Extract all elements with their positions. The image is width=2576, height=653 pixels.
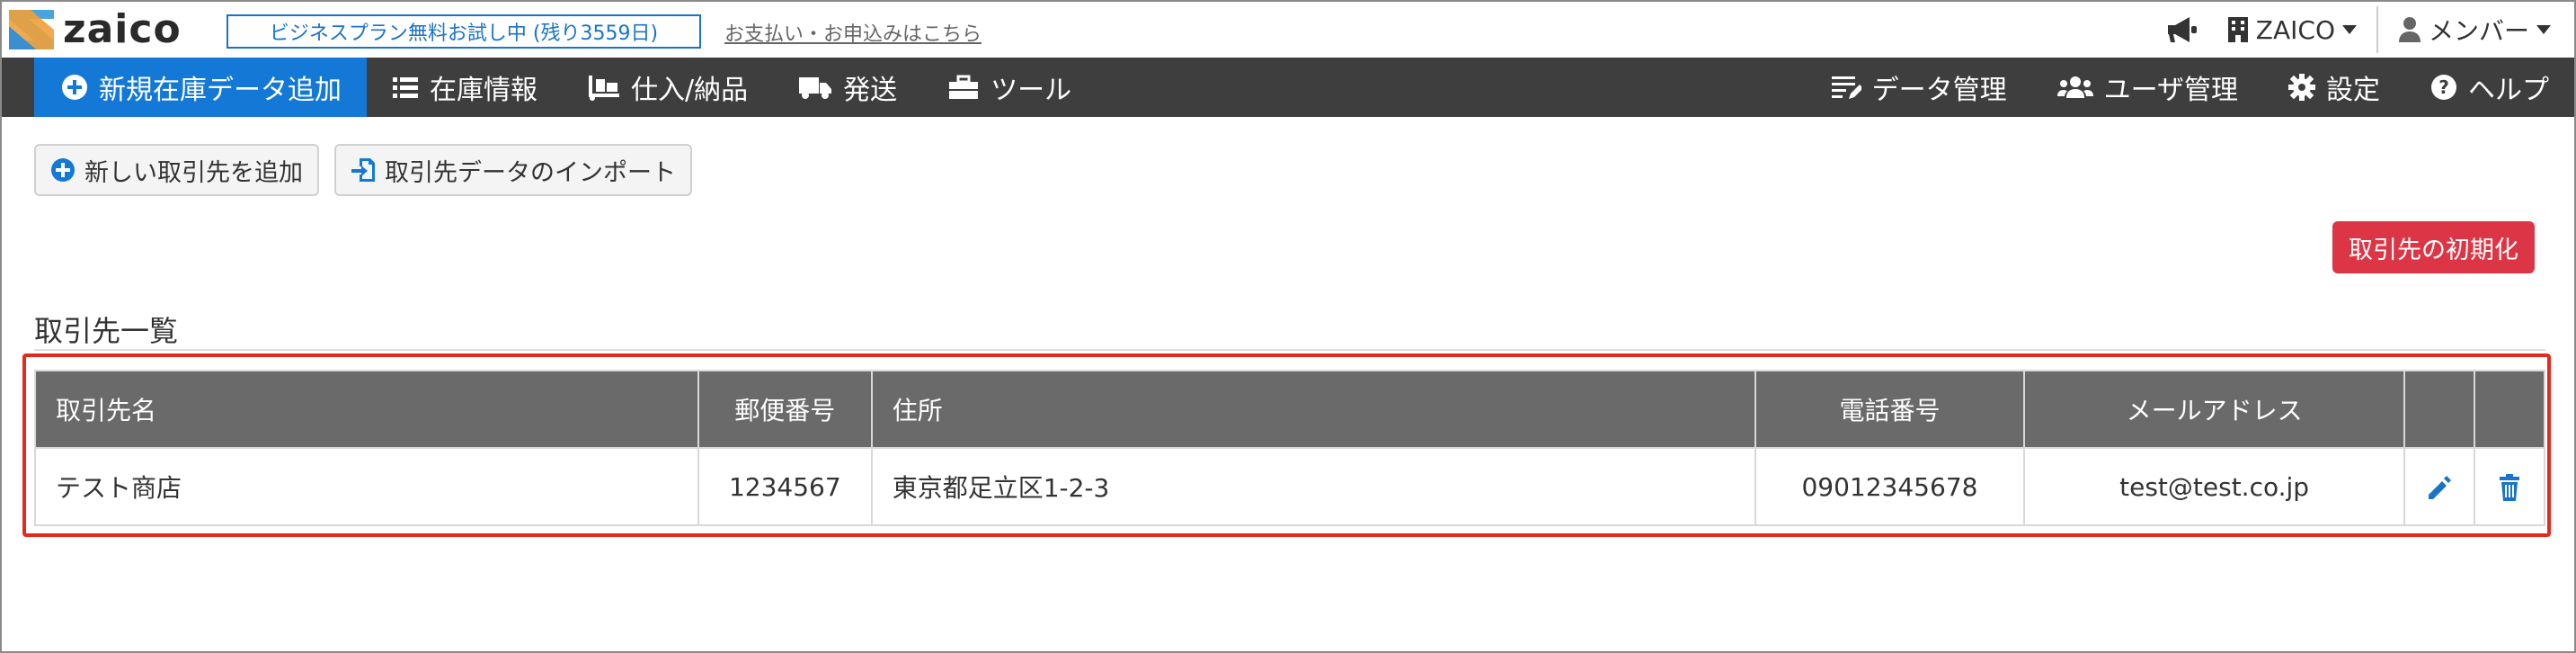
reset-suppliers-button[interactable]: 取引先の初期化	[2332, 221, 2535, 273]
nav-help-label: ヘルプ	[2468, 75, 2549, 106]
main-nav: 新規在庫データ追加 在庫情報 仕入/納品 発送 ツール データ管理 ユーザ管理	[2, 58, 2574, 117]
nav-user-management[interactable]: ユーザ管理	[2032, 58, 2263, 117]
zaico-logo[interactable]: zaico	[9, 9, 182, 50]
import-suppliers-label: 取引先データのインポート	[385, 158, 676, 187]
nav-user-management-label: ユーザ管理	[2103, 75, 2238, 106]
announcements-button[interactable]	[2152, 15, 2213, 44]
import-suppliers-button[interactable]: 取引先データのインポート	[334, 144, 692, 196]
nav-tools-label: ツール	[990, 75, 1072, 106]
user-icon	[2398, 17, 2421, 42]
nav-help[interactable]: ? ヘルプ	[2405, 58, 2574, 117]
table-header-row: 取引先名 郵便番号 住所 電話番号 メールアドレス	[34, 370, 2546, 449]
add-supplier-button[interactable]: 新しい取引先を追加	[34, 144, 319, 196]
member-menu[interactable]: メンバー	[2384, 12, 2565, 48]
add-supplier-label: 新しい取引先を追加	[84, 158, 303, 187]
cell-postal: 1234567	[697, 447, 873, 526]
dolly-icon	[589, 76, 619, 101]
nav-inventory-label: 在庫情報	[430, 75, 537, 106]
chevron-down-icon	[2341, 25, 2357, 34]
nav-inventory[interactable]: 在庫情報	[367, 58, 563, 117]
top-right-menu: ZAICO メンバー	[2152, 2, 2565, 58]
toolbox-icon	[949, 75, 979, 99]
nav-tools[interactable]: ツール	[922, 58, 1097, 117]
divider	[2376, 6, 2378, 53]
question-icon: ?	[2431, 75, 2456, 100]
table-row: テスト商店 1234567 東京都足立区1-2-3 09012345678 te…	[34, 447, 2546, 526]
nav-data-management[interactable]: データ管理	[1806, 58, 2032, 117]
col-header-delete	[2473, 370, 2546, 449]
megaphone-icon	[2167, 17, 2197, 42]
gear-icon	[2288, 74, 2315, 101]
company-label: ZAICO	[2255, 14, 2335, 45]
nav-shipping-label: 発送	[843, 75, 898, 106]
plus-circle-icon	[51, 158, 75, 182]
logo-text: zaico	[63, 6, 182, 52]
file-import-icon	[351, 158, 375, 182]
nav-add-label: 新規在庫データ追加	[99, 75, 342, 106]
svg-text:?: ?	[2438, 76, 2449, 98]
col-header-address[interactable]: 住所	[870, 370, 1756, 449]
edit-button[interactable]	[2403, 447, 2475, 526]
cell-email: test@test.co.jp	[2023, 447, 2405, 526]
nav-data-management-label: データ管理	[1871, 75, 2007, 106]
col-header-email[interactable]: メールアドレス	[2023, 370, 2405, 449]
col-header-edit	[2403, 370, 2475, 449]
nav-shipping[interactable]: 発送	[773, 58, 922, 117]
trial-badge[interactable]: ビジネスプラン無料お試し中 (残り3559日)	[227, 14, 701, 49]
payment-link[interactable]: お支払い・お申込みはこちら	[724, 18, 982, 47]
chevron-down-icon	[2536, 25, 2551, 34]
col-header-phone[interactable]: 電話番号	[1754, 370, 2026, 449]
truck-icon	[799, 77, 832, 99]
nav-add-inventory[interactable]: 新規在庫データ追加	[34, 58, 367, 117]
company-menu[interactable]: ZAICO	[2213, 15, 2371, 45]
plus-circle-icon	[62, 75, 87, 100]
list-icon	[393, 77, 418, 98]
nav-settings[interactable]: 設定	[2263, 58, 2405, 117]
suppliers-table: 取引先名 郵便番号 住所 電話番号 メールアドレス テスト商店 1234567 …	[34, 370, 2546, 526]
nav-purchase-label: 仕入/納品	[631, 75, 749, 106]
col-header-name[interactable]: 取引先名	[34, 370, 699, 449]
users-icon	[2056, 76, 2093, 98]
data-edit-icon	[1831, 76, 1861, 99]
nav-purchase[interactable]: 仕入/納品	[563, 58, 773, 117]
cell-phone: 09012345678	[1754, 447, 2026, 526]
nav-settings-label: 設定	[2326, 75, 2380, 106]
cell-address: 東京都足立区1-2-3	[870, 447, 1756, 526]
delete-button[interactable]	[2473, 447, 2546, 526]
section-divider	[34, 349, 2545, 351]
cell-name: テスト商店	[34, 447, 699, 526]
col-header-postal[interactable]: 郵便番号	[697, 370, 873, 449]
building-icon	[2227, 17, 2248, 42]
trash-icon	[2499, 474, 2519, 501]
top-bar: zaico ビジネスプラン無料お試し中 (残り3559日) お支払い・お申込みは…	[2, 2, 2574, 58]
zaico-logo-icon	[9, 10, 54, 49]
member-label: メンバー	[2428, 16, 2529, 46]
section-title: 取引先一覧	[34, 314, 179, 348]
pencil-icon	[2428, 476, 2451, 499]
